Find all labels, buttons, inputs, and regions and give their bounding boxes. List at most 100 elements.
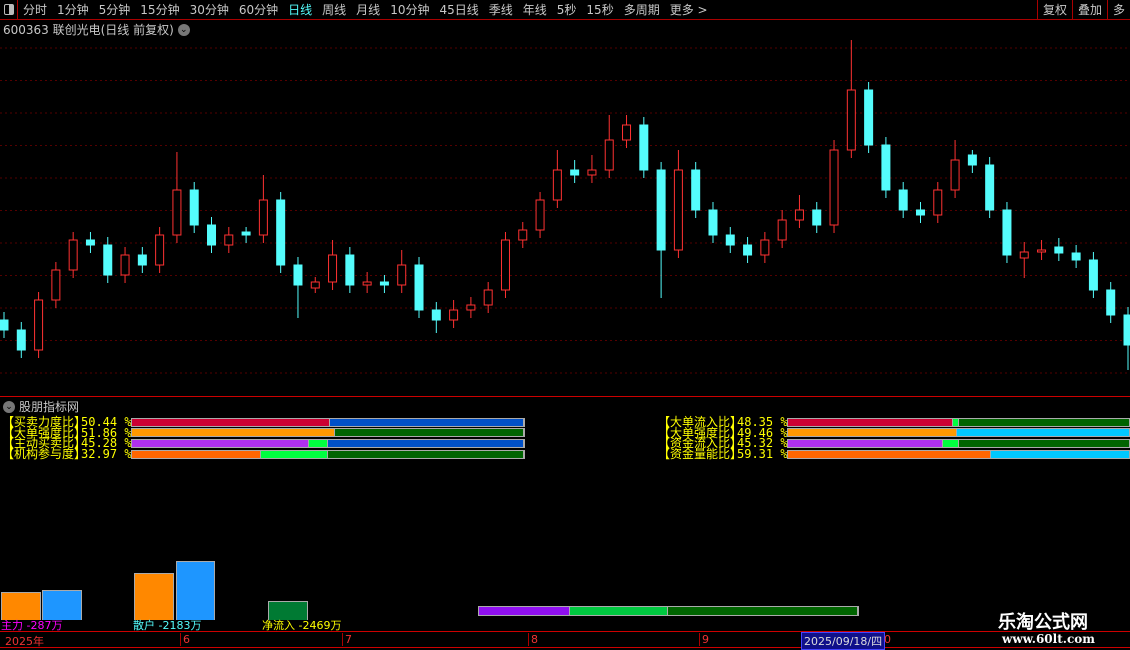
indicator-bar bbox=[787, 417, 1130, 427]
candle bbox=[224, 227, 234, 253]
candle bbox=[310, 277, 320, 293]
panel-divider bbox=[0, 396, 1130, 397]
restore-rights-button[interactable]: 复权 bbox=[1036, 0, 1072, 20]
candle-body bbox=[431, 309, 441, 321]
indicator-row: 【机构参与度】 32.97 % bbox=[2, 447, 525, 462]
candle bbox=[379, 275, 389, 293]
candle bbox=[103, 237, 113, 283]
candle bbox=[673, 150, 683, 258]
candle bbox=[51, 262, 61, 308]
axis-label: 9 bbox=[699, 633, 709, 646]
indicator-bar bbox=[131, 417, 525, 427]
candle-body bbox=[310, 281, 320, 289]
candle-body bbox=[68, 239, 78, 271]
candle-body bbox=[656, 169, 666, 251]
tab-period[interactable]: 45日线 bbox=[434, 1, 483, 18]
candle-body bbox=[328, 254, 338, 283]
indicator-bar bbox=[131, 428, 525, 438]
tab-period[interactable]: 5分钟 bbox=[94, 1, 136, 18]
indicator-name: 股朋指标网 bbox=[19, 400, 80, 414]
candle-body bbox=[500, 239, 510, 291]
indicator-bar bbox=[131, 439, 525, 449]
candle bbox=[622, 115, 632, 148]
indicator-bar bbox=[787, 439, 1130, 449]
tab-period[interactable]: 月线 bbox=[351, 1, 385, 18]
indicator-label: 【资金量能比】 bbox=[658, 447, 743, 462]
candle-body bbox=[207, 224, 217, 246]
tab-period[interactable]: 多周期 bbox=[619, 1, 665, 18]
candle-body bbox=[985, 164, 995, 211]
candle-body bbox=[34, 299, 44, 351]
overlay-button[interactable]: 叠加 bbox=[1071, 0, 1107, 20]
main-force-bar-a bbox=[1, 592, 41, 620]
candle bbox=[362, 272, 372, 293]
candle bbox=[137, 247, 147, 273]
candle-body bbox=[639, 124, 649, 171]
bar-segment bbox=[788, 440, 943, 448]
tab-period[interactable]: 年线 bbox=[518, 1, 552, 18]
flow-ratio-bar bbox=[478, 606, 859, 616]
candle bbox=[985, 157, 995, 218]
tab-period[interactable]: 5秒 bbox=[552, 1, 582, 18]
tab-period[interactable]: 30分钟 bbox=[185, 1, 234, 18]
tab-period[interactable]: 60分钟 bbox=[234, 1, 283, 18]
candle-body bbox=[137, 254, 147, 266]
candle-body bbox=[120, 254, 130, 276]
candle bbox=[172, 152, 182, 243]
tab-period[interactable]: 周线 bbox=[317, 1, 351, 18]
candle-body bbox=[1037, 249, 1047, 253]
candle bbox=[881, 137, 891, 198]
bar-segment bbox=[788, 429, 958, 437]
candle-body bbox=[414, 264, 424, 311]
candle bbox=[915, 202, 925, 223]
candle bbox=[708, 202, 718, 243]
candle-body bbox=[1106, 289, 1116, 316]
candle-body bbox=[397, 264, 407, 286]
chevron-down-icon[interactable]: ⌄ bbox=[3, 400, 15, 413]
panel-toggle-icon[interactable] bbox=[0, 0, 18, 20]
candle-body bbox=[224, 234, 234, 246]
more-button[interactable]: 多 bbox=[1106, 0, 1130, 20]
time-axis: 2025年 6 7 8 9 2025/09/18/四 0 bbox=[0, 631, 1130, 650]
candle-body bbox=[0, 319, 9, 331]
candle bbox=[500, 232, 510, 298]
bar-segment bbox=[309, 440, 328, 448]
bar-segment bbox=[261, 450, 328, 458]
tab-period[interactable]: 季线 bbox=[484, 1, 518, 18]
tab-period[interactable]: 15分钟 bbox=[135, 1, 184, 18]
indicator-label: 【机构参与度】 bbox=[2, 447, 87, 462]
retail-bar-a bbox=[134, 573, 174, 620]
candle bbox=[898, 182, 908, 218]
candle bbox=[846, 40, 856, 158]
candle bbox=[207, 217, 217, 253]
tab-period[interactable]: 日线 bbox=[283, 1, 317, 18]
tab-period[interactable]: 15秒 bbox=[581, 1, 618, 18]
indicator-bar bbox=[787, 449, 1130, 459]
candle bbox=[760, 232, 770, 263]
candle-body bbox=[1071, 252, 1081, 261]
candle bbox=[16, 322, 26, 358]
candle-body bbox=[829, 149, 839, 226]
candle bbox=[777, 210, 787, 248]
candle-body bbox=[725, 234, 735, 246]
watermark-logo: 乐淘公式网 bbox=[998, 612, 1088, 633]
candle-body bbox=[51, 269, 61, 301]
candle-body bbox=[379, 281, 389, 286]
candle bbox=[155, 227, 165, 273]
tab-period[interactable]: 1分钟 bbox=[52, 1, 94, 18]
candle-body bbox=[622, 124, 632, 141]
tab-period[interactable]: 分时 bbox=[18, 1, 52, 18]
bar-segment bbox=[132, 440, 310, 448]
candle bbox=[414, 257, 424, 318]
tab-period[interactable]: 更多 > bbox=[665, 1, 713, 18]
candle bbox=[397, 250, 407, 293]
chevron-down-icon[interactable]: ⌄ bbox=[177, 23, 190, 36]
candlestick-chart[interactable] bbox=[0, 36, 1130, 395]
axis-label: 2025年 bbox=[5, 635, 44, 648]
tab-period[interactable]: 10分钟 bbox=[385, 1, 434, 18]
candle-body bbox=[552, 169, 562, 201]
bar-segment bbox=[957, 429, 1130, 437]
candle-body bbox=[881, 144, 891, 191]
candle-body bbox=[172, 189, 182, 236]
candle bbox=[0, 312, 9, 338]
